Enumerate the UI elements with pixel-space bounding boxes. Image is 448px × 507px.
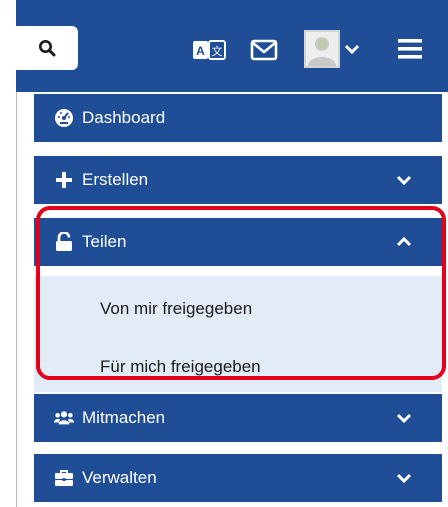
panel-edge xyxy=(16,92,17,507)
chevron-down-icon xyxy=(396,472,412,484)
search-icon xyxy=(39,40,56,57)
menu-item-label: Dashboard xyxy=(82,108,166,127)
svg-text:文: 文 xyxy=(212,44,223,58)
menu-item-label: Teilen xyxy=(82,232,127,251)
chevron-up-icon xyxy=(396,236,412,248)
mail-icon xyxy=(250,39,278,61)
user-avatar-icon xyxy=(306,32,338,66)
unlock-icon xyxy=(54,232,74,252)
main-menu-button[interactable] xyxy=(396,36,424,62)
avatar[interactable] xyxy=(304,30,340,68)
briefcase-icon xyxy=(54,468,74,488)
navigation-menu: Dashboard Erstellen Teilen Von mir freig… xyxy=(34,94,442,505)
user-menu-toggle[interactable] xyxy=(343,42,361,56)
chevron-down-icon xyxy=(396,412,412,424)
menu-item-label: Erstellen xyxy=(82,170,149,189)
svg-text:A: A xyxy=(196,44,205,58)
translate-icon: A 文 xyxy=(193,40,226,60)
top-header: A 文 xyxy=(16,0,448,92)
messages-button[interactable] xyxy=(250,39,278,61)
menu-item-verwalten[interactable]: Verwalten xyxy=(34,454,442,502)
search-button[interactable] xyxy=(16,26,78,70)
submenu-item-fuer-mich-freigegeben[interactable]: Für mich freigegeben xyxy=(100,357,261,377)
submenu-teilen: Von mir freigegeben Für mich freigegeben xyxy=(34,276,442,392)
language-button[interactable]: A 文 xyxy=(192,40,226,60)
divider xyxy=(34,204,442,206)
chevron-down-icon xyxy=(344,44,360,55)
plus-icon xyxy=(54,170,74,190)
menu-item-teilen[interactable]: Teilen xyxy=(34,218,442,266)
hamburger-menu-icon xyxy=(398,39,422,59)
menu-item-dashboard[interactable]: Dashboard xyxy=(34,94,442,142)
submenu-item-von-mir-freigegeben[interactable]: Von mir freigegeben xyxy=(100,299,252,319)
chevron-down-icon xyxy=(396,174,412,186)
dashboard-gauge-icon xyxy=(54,108,74,128)
menu-item-label: Verwalten xyxy=(82,468,157,487)
users-icon xyxy=(54,408,74,428)
divider xyxy=(34,142,442,144)
divider xyxy=(34,442,442,444)
menu-item-erstellen[interactable]: Erstellen xyxy=(34,156,442,204)
menu-item-mitmachen[interactable]: Mitmachen xyxy=(34,394,442,442)
menu-item-label: Mitmachen xyxy=(82,408,166,427)
